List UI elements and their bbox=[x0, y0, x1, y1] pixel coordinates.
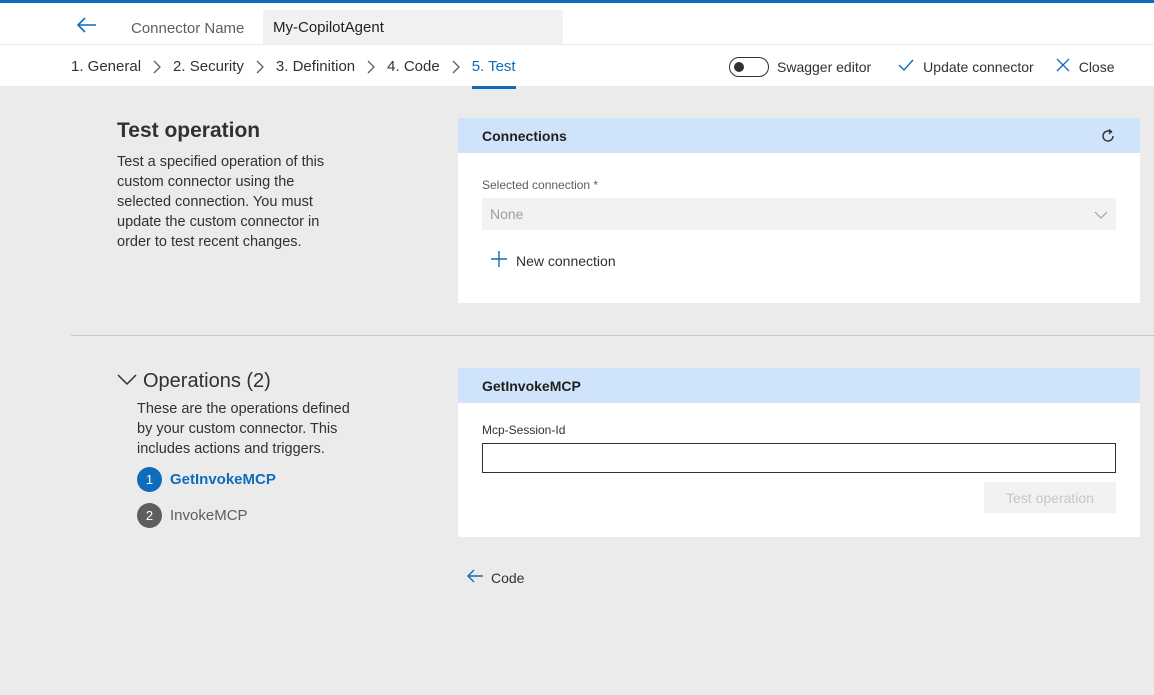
top-bar: Connector Name 1. General 2. Security 3.… bbox=[0, 0, 1154, 89]
step-definition[interactable]: 3. Definition bbox=[276, 57, 355, 89]
step-navigation: 1. General 2. Security 3. Definition 4. … bbox=[71, 57, 516, 89]
connector-name-input[interactable] bbox=[263, 10, 563, 44]
code-link-label: Code bbox=[491, 569, 525, 586]
plus-icon bbox=[490, 250, 508, 271]
chevron-right-icon bbox=[141, 57, 173, 77]
chevron-right-icon bbox=[355, 57, 387, 77]
step-test[interactable]: 5. Test bbox=[471, 57, 516, 89]
test-operation-button[interactable]: Test operation bbox=[984, 482, 1116, 513]
operations-description: These are the operations defined by your… bbox=[137, 401, 350, 457]
step-general[interactable]: 1. General bbox=[71, 57, 141, 89]
connections-card-header: Connections bbox=[458, 118, 1140, 153]
step-security[interactable]: 2. Security bbox=[173, 57, 244, 89]
operation-detail-card: GetInvokeMCP Mcp-Session-Id Test operati… bbox=[458, 368, 1140, 537]
operations-collapse-toggle[interactable]: Operations (2) bbox=[117, 370, 271, 393]
update-connector-label: Update connector bbox=[923, 59, 1034, 75]
swagger-editor-toggle-button[interactable]: Swagger editor bbox=[729, 57, 871, 77]
back-arrow-icon[interactable] bbox=[76, 14, 98, 36]
section-divider bbox=[71, 335, 1154, 336]
operation-item-getinvokemcp[interactable]: 1 GetInvokeMCP bbox=[137, 467, 276, 492]
connection-dropdown-value: None bbox=[490, 206, 524, 222]
mcp-session-id-label: Mcp-Session-Id bbox=[482, 423, 566, 437]
operation-card-title: GetInvokeMCP bbox=[482, 377, 581, 394]
update-connector-button[interactable]: Update connector bbox=[898, 58, 1034, 77]
operation-item-invokemcp[interactable]: 2 InvokeMCP bbox=[137, 503, 248, 528]
operation-label: GetInvokeMCP bbox=[170, 471, 276, 488]
new-connection-button[interactable]: New connection bbox=[490, 250, 616, 271]
operation-label: InvokeMCP bbox=[170, 507, 248, 524]
test-operation-title: Test operation bbox=[117, 119, 261, 142]
connection-dropdown[interactable]: None bbox=[482, 198, 1116, 230]
operation-number-badge: 1 bbox=[137, 467, 162, 492]
operation-number-badge: 2 bbox=[137, 503, 162, 528]
back-arrow-icon bbox=[466, 568, 484, 587]
connections-card: Connections Selected connection * None N… bbox=[458, 118, 1140, 303]
refresh-icon[interactable] bbox=[1100, 128, 1116, 144]
chevron-right-icon bbox=[244, 57, 276, 77]
close-button[interactable]: Close bbox=[1056, 58, 1115, 77]
swagger-editor-label: Swagger editor bbox=[777, 59, 872, 75]
checkmark-icon bbox=[898, 58, 914, 77]
header-divider bbox=[0, 44, 1154, 45]
new-connection-label: New connection bbox=[516, 252, 616, 269]
chevron-down-icon bbox=[117, 373, 137, 391]
close-label: Close bbox=[1078, 59, 1115, 75]
toggle-switch[interactable] bbox=[729, 57, 769, 77]
connections-title: Connections bbox=[482, 127, 567, 144]
selected-connection-label: Selected connection * bbox=[482, 178, 599, 192]
close-icon bbox=[1056, 58, 1070, 77]
connector-name-label: Connector Name bbox=[131, 20, 245, 37]
toggle-knob bbox=[734, 62, 744, 72]
back-to-code-link[interactable]: Code bbox=[466, 568, 524, 587]
test-operation-description: Test a specified operation of this custo… bbox=[117, 154, 325, 250]
toolbar: Swagger editor Update connector Close bbox=[729, 55, 1115, 79]
operations-title: Operations (2) bbox=[143, 370, 271, 392]
step-code[interactable]: 4. Code bbox=[387, 57, 440, 89]
chevron-right-icon bbox=[440, 57, 472, 77]
mcp-session-id-input[interactable] bbox=[482, 443, 1116, 473]
chevron-down-icon bbox=[1094, 206, 1108, 222]
operation-card-header: GetInvokeMCP bbox=[458, 368, 1140, 403]
